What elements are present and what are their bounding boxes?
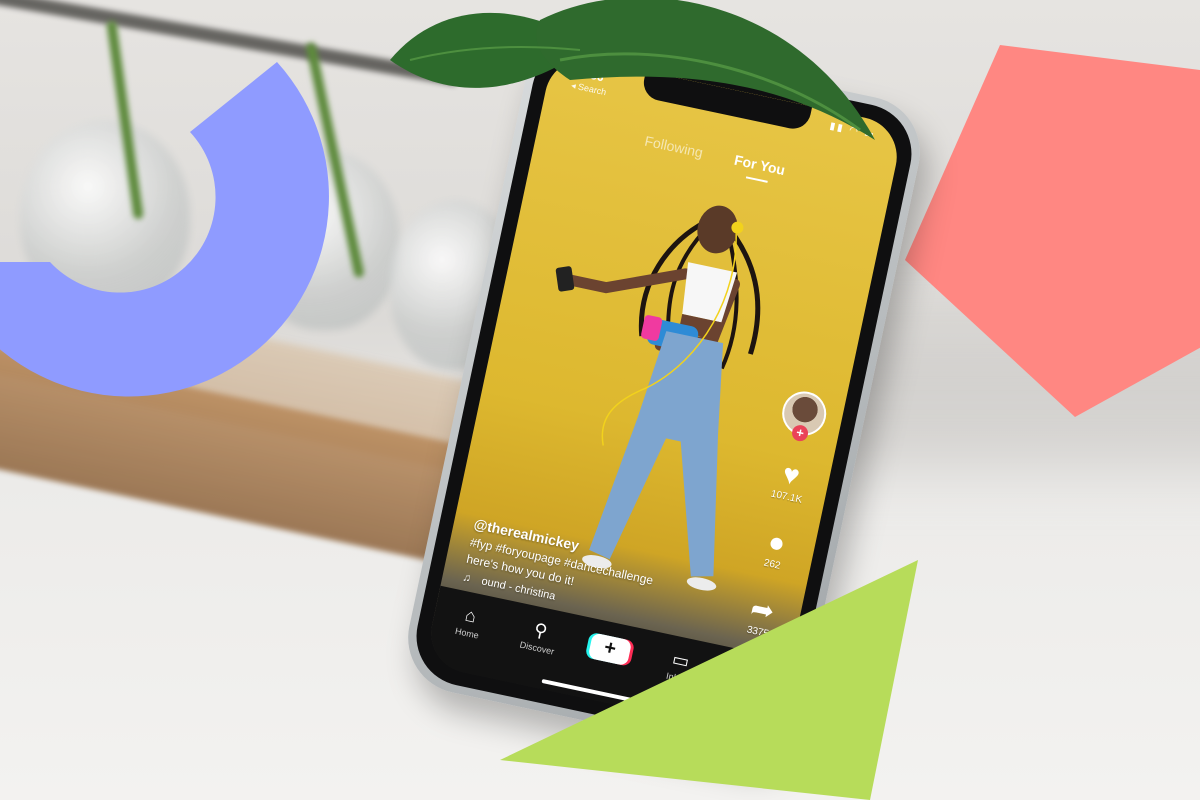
like-action[interactable]: ♥ 107.1K — [760, 455, 820, 508]
green-triangle-shape — [500, 560, 918, 800]
active-tab-indicator — [745, 176, 768, 183]
music-note-icon: ♫ — [461, 571, 473, 585]
nav-home[interactable]: ⌂ Home — [439, 599, 501, 644]
pink-pentagon-shape — [905, 45, 1200, 417]
pothos-leaf — [390, 0, 875, 140]
photo-scene: 9:36 ◂ Search ▮▮ ◠ ▭ Following For You — [0, 0, 1200, 800]
blue-arc-shape — [0, 62, 329, 397]
follow-plus-button[interactable]: + — [790, 423, 810, 443]
creator-avatar[interactable]: + — [778, 387, 831, 443]
